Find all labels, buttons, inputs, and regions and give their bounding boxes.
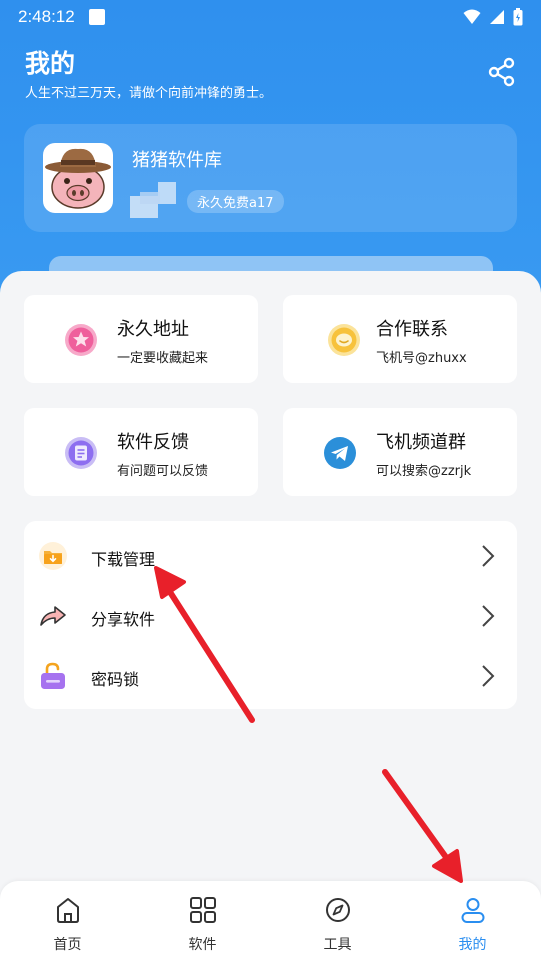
user-icon [461,898,485,923]
bottom-nav: 首页 软件 工具 我的 [0,881,541,963]
pig-cowboy-icon [45,148,111,209]
list-item-share-software[interactable]: 分享软件 [24,587,517,643]
list-item-download-manager[interactable]: 下载管理 [24,527,517,583]
tile-title: 永久地址 [117,319,189,340]
status-bar: 2:48:12 [0,0,541,34]
tile-title: 飞机频道群 [376,432,466,453]
blurred-logo-icon [130,182,176,218]
nav-label: 工具 [323,937,352,953]
tile-title: 合作联系 [376,319,448,340]
avatar [43,143,113,213]
unlock-icon [41,662,65,689]
chevron-right-icon [482,605,495,627]
tile-title: 软件反馈 [117,432,189,453]
tile-feedback[interactable]: 软件反馈 有问题可以反馈 [24,408,258,496]
home-icon [57,898,79,923]
tile-subtitle: 可以搜索@zzrjk [376,464,472,479]
share-button[interactable] [486,56,518,88]
nav-software[interactable]: 软件 [135,881,270,963]
status-time: 2:48:12 [18,7,75,26]
profile-name: 猪猪软件库 [132,150,222,171]
tile-permanent-address[interactable]: 永久地址 一定要收藏起来 [24,295,258,383]
nav-tools[interactable]: 工具 [270,881,405,963]
compass-icon [326,898,350,922]
star-icon [65,324,97,356]
tile-subtitle: 飞机号@zhuxx [376,351,467,366]
nav-label: 软件 [188,937,217,953]
share-arrow-icon [40,606,66,626]
chevron-right-icon [482,545,495,567]
download-folder-icon [39,542,67,570]
list-label: 分享软件 [91,610,156,629]
nav-label: 我的 [458,937,487,953]
list-item-password-lock[interactable]: 密码锁 [24,647,517,703]
nav-mine[interactable]: 我的 [405,881,540,963]
profile-card[interactable]: 猪猪软件库 永久免费a17 [24,124,517,232]
nav-label: 首页 [53,937,82,953]
share-icon [488,57,515,87]
signal-icon [490,10,504,24]
wifi-icon [463,9,481,24]
grid-icon [190,897,216,923]
chevron-right-icon [482,665,495,687]
telegram-icon [324,437,356,469]
page-title: 我的 [25,49,76,78]
tile-cooperation[interactable]: 合作联系 飞机号@zhuxx [283,295,517,383]
battery-icon [513,8,523,26]
chat-bubble-icon [328,324,360,356]
tile-subtitle: 有问题可以反馈 [117,464,209,479]
tile-subtitle: 一定要收藏起来 [117,351,209,366]
status-icons [463,8,523,26]
menu-list: 下载管理 分享软件 密码锁 [24,521,517,709]
list-label: 下载管理 [91,550,156,569]
nav-home[interactable]: 首页 [0,881,135,963]
vip-badge: 永久免费a17 [187,190,284,213]
feedback-doc-icon [65,437,97,469]
tile-telegram-channel[interactable]: 飞机频道群 可以搜索@zzrjk [283,408,517,496]
list-label: 密码锁 [91,670,140,689]
notification-icon [88,9,105,25]
page-subtitle: 人生不过三万天，请做个向前冲锋的勇士。 [25,86,273,101]
